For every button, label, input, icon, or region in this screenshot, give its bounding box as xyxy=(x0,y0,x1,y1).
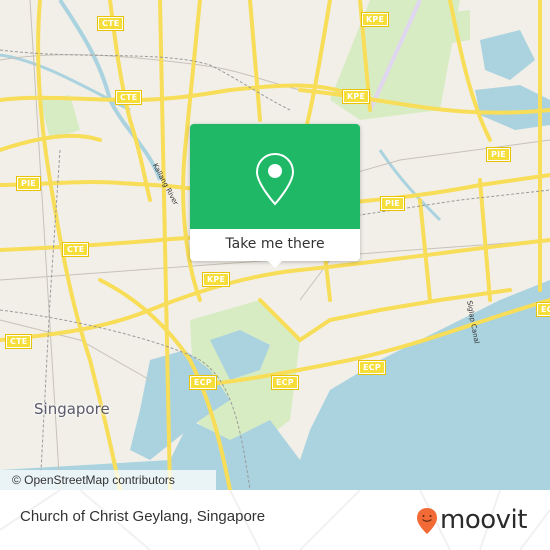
moovit-pin-icon xyxy=(417,508,437,534)
highway-shield-kpe: KPE xyxy=(201,272,231,287)
place-name: Church of Christ Geylang, Singapore xyxy=(20,508,266,525)
location-pin-icon xyxy=(255,152,295,206)
highway-shield-kpe: KPE xyxy=(360,12,390,27)
map[interactable]: CTE CTE CTE CTE PIE PIE PIE PIE KPE KPE … xyxy=(0,0,550,490)
highway-shield-ecp: ECP xyxy=(536,302,550,317)
highway-shield-kpe: KPE xyxy=(341,89,371,104)
map-attribution[interactable]: © OpenStreetMap contributors xyxy=(0,470,216,490)
footer: Church of Christ Geylang, Singapore moov… xyxy=(0,490,550,550)
highway-shield-ecp: ECP xyxy=(358,360,386,375)
highway-shield-cte: CTE xyxy=(4,334,33,349)
popup-header xyxy=(190,124,360,229)
city-label: Singapore xyxy=(34,400,110,418)
highway-shield-pie: PIE xyxy=(380,196,405,211)
popup-tail xyxy=(267,260,283,268)
moovit-wordmark: moovit xyxy=(440,505,527,535)
highway-shield-ecp: ECP xyxy=(189,375,217,390)
location-popup: Take me there xyxy=(190,124,360,268)
highway-shield-pie: PIE xyxy=(486,147,511,162)
highway-shield-pie: PIE xyxy=(16,176,41,191)
highway-shield-cte: CTE xyxy=(114,90,143,105)
highway-shield-ecp: ECP xyxy=(271,375,299,390)
highway-shield-cte: CTE xyxy=(61,242,90,257)
highway-shield-cte: CTE xyxy=(96,16,125,31)
take-me-there-button[interactable]: Take me there xyxy=(190,229,360,261)
